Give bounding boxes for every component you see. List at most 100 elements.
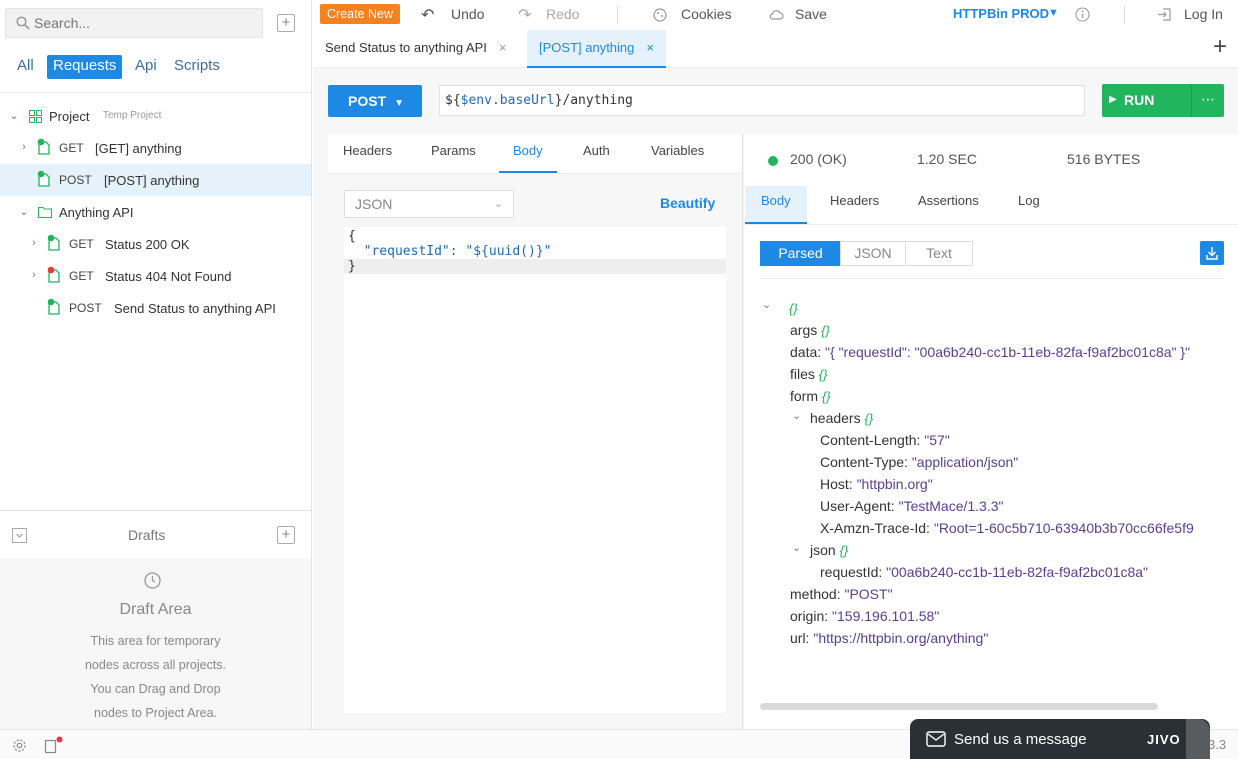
method-select[interactable]: POST ▼ xyxy=(328,85,422,117)
draft-area: Draft Area This area for temporary nodes… xyxy=(0,558,311,729)
login-button[interactable]: Log In xyxy=(1184,6,1223,22)
divider xyxy=(745,224,1238,225)
view-parsed[interactable]: Parsed xyxy=(760,241,841,266)
tree-request-row[interactable]: › GET Status 404 Not Found xyxy=(0,260,311,292)
draft-area-description: This area for temporary nodes across all… xyxy=(84,634,227,720)
response-tab-assertions[interactable]: Assertions xyxy=(902,186,995,224)
chevron-right-icon[interactable]: › xyxy=(18,141,30,153)
subtab-headers[interactable]: Headers xyxy=(329,139,406,173)
notification-icon[interactable] xyxy=(44,736,64,754)
body-editor[interactable]: { "requestId": "${uuid()}" } xyxy=(344,227,726,713)
undo-icon: ↶ xyxy=(421,7,435,24)
more-icon[interactable]: ⋯ xyxy=(1191,84,1224,117)
beautify-button[interactable]: Beautify xyxy=(660,195,715,211)
subtab-auth[interactable]: Auth xyxy=(569,139,624,173)
login-icon xyxy=(1158,8,1171,21)
subtab-variables[interactable]: Variables xyxy=(637,139,718,173)
method-label: POST xyxy=(69,301,102,315)
response-tab-headers[interactable]: Headers xyxy=(814,186,895,224)
view-text[interactable]: Text xyxy=(905,241,973,266)
folder-icon xyxy=(38,206,52,218)
undo-button[interactable]: Undo xyxy=(451,6,484,22)
drafts-header: Drafts + xyxy=(0,510,311,558)
cookies-button[interactable]: Cookies xyxy=(681,6,732,22)
method-label: GET xyxy=(69,237,94,251)
chat-widget[interactable]: Send us a message JIVO xyxy=(910,719,1210,759)
collapse-icon[interactable] xyxy=(12,528,27,543)
jivo-logo: JIVO xyxy=(1147,732,1181,747)
cookie-icon xyxy=(653,8,667,22)
view-json[interactable]: JSON xyxy=(840,241,906,266)
current-line xyxy=(344,259,726,274)
tree-request-row[interactable]: POST Send Status to anything API xyxy=(0,292,311,324)
toolbar: Create New ↶ Undo ↷ Redo Cookies Save HT… xyxy=(313,0,1238,30)
status-dot-icon xyxy=(768,156,778,166)
chevron-down-icon[interactable]: ⌄ xyxy=(762,298,771,311)
json-node: Host: "httpbin.org" xyxy=(820,476,933,492)
subtab-body[interactable]: Body xyxy=(499,139,557,173)
search-box[interactable] xyxy=(5,8,263,38)
add-draft-button[interactable]: + xyxy=(277,526,295,544)
method-label: POST xyxy=(59,173,92,187)
cloud-icon xyxy=(769,10,784,20)
tab-scripts[interactable]: Scripts xyxy=(168,55,226,79)
tree-request-row[interactable]: › GET Status 200 OK xyxy=(0,228,311,260)
json-node: url: "https://httpbin.org/anything" xyxy=(790,630,989,646)
response-tab-log[interactable]: Log xyxy=(1002,186,1056,224)
tab-post-anything[interactable]: [POST] anything × xyxy=(527,30,666,68)
save-button[interactable]: Save xyxy=(795,6,827,22)
request-error-icon xyxy=(47,266,60,283)
create-new-button[interactable]: Create New xyxy=(320,4,400,24)
download-button[interactable] xyxy=(1200,241,1224,265)
tree-request-row-selected[interactable]: POST [POST] anything xyxy=(0,164,311,196)
code-line: } xyxy=(348,259,356,274)
request-icon xyxy=(47,298,60,315)
response-panel: 200 (OK) 1.20 SEC 516 BYTES Body Headers… xyxy=(744,134,1238,729)
add-node-button[interactable]: + xyxy=(277,14,295,32)
version-label: 3.3 xyxy=(1208,737,1227,752)
environment-select[interactable]: HTTPBin PROD xyxy=(953,6,1049,21)
chevron-down-icon[interactable]: ⌄ xyxy=(792,409,801,422)
chat-widget-edge xyxy=(1186,719,1210,759)
tab-requests[interactable]: Requests xyxy=(47,55,123,79)
horizontal-scrollbar[interactable] xyxy=(760,703,1158,710)
response-tab-body[interactable]: Body xyxy=(745,186,807,224)
request-label: Status 200 OK xyxy=(105,237,190,252)
draft-area-title: Draft Area xyxy=(119,601,192,618)
json-node: requestId: "00a6b240-cc1b-11eb-82fa-f9af… xyxy=(820,564,1149,580)
chevron-down-icon[interactable]: ⌄ xyxy=(8,109,20,122)
chevron-down-icon[interactable]: ⌄ xyxy=(792,541,801,554)
request-label: Status 404 Not Found xyxy=(105,269,232,284)
close-icon[interactable]: × xyxy=(499,40,507,55)
caret-down-icon: ▼ xyxy=(394,98,405,109)
search-input[interactable] xyxy=(34,14,254,32)
gear-icon[interactable] xyxy=(12,738,27,753)
close-icon[interactable]: × xyxy=(646,40,654,55)
tab-api[interactable]: Api xyxy=(129,55,163,79)
url-input[interactable]: ${$env.baseUrl}/anything xyxy=(439,85,1085,116)
chevron-right-icon[interactable]: › xyxy=(28,269,40,281)
redo-button[interactable]: Redo xyxy=(546,6,579,22)
subtab-params[interactable]: Params xyxy=(417,139,490,173)
body-type-select[interactable]: JSON ⌄ xyxy=(344,190,514,218)
json-node: form {} xyxy=(790,388,831,404)
caret-down-icon[interactable]: ▼ xyxy=(1048,7,1059,19)
run-button[interactable]: ▶ RUN ⋯ xyxy=(1102,84,1224,117)
tab-send-status[interactable]: Send Status to anything API × xyxy=(313,30,518,68)
chat-label: Send us a message xyxy=(954,731,1087,748)
project-label: Project xyxy=(49,109,90,124)
tree-folder-row[interactable]: ⌄ Anything API xyxy=(0,196,311,228)
tab-all[interactable]: All xyxy=(11,55,40,79)
chevron-down-icon[interactable]: ⌄ xyxy=(18,205,30,218)
envelope-icon xyxy=(926,731,946,747)
chevron-down-icon: ⌄ xyxy=(493,198,503,210)
tree-request-row[interactable]: › GET [GET] anything xyxy=(0,132,311,164)
clock-icon xyxy=(144,572,161,589)
code-line: "requestId": "${uuid()}" xyxy=(348,244,552,259)
info-icon[interactable] xyxy=(1075,7,1090,22)
chevron-right-icon[interactable]: › xyxy=(28,237,40,249)
new-tab-icon[interactable]: + xyxy=(1213,35,1227,59)
tree-project[interactable]: ⌄ Project Temp Project xyxy=(0,100,311,132)
method-label: GET xyxy=(59,141,84,155)
json-node: files {} xyxy=(790,366,828,382)
